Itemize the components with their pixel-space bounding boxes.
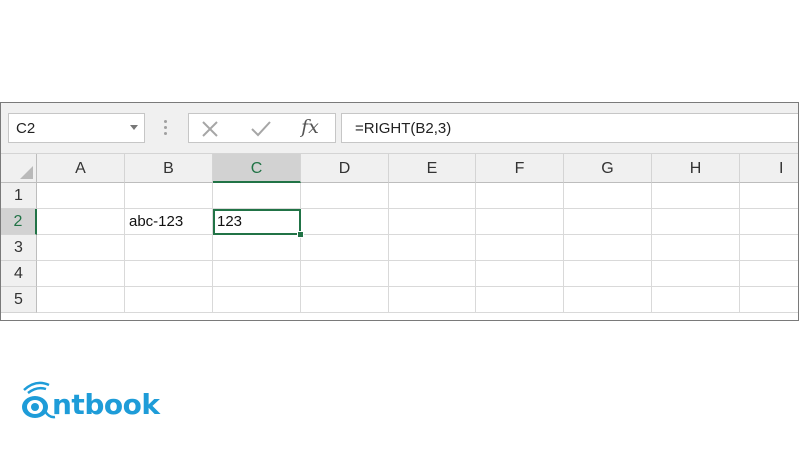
cell-d3[interactable] [301, 235, 389, 261]
cell-c5[interactable] [213, 287, 301, 313]
column-header-g[interactable]: G [564, 154, 652, 183]
fill-handle[interactable] [297, 231, 304, 238]
row-header-3[interactable]: 3 [1, 235, 37, 261]
cell-g2[interactable] [564, 209, 652, 235]
logo-text: ntbook [52, 388, 160, 421]
cell-g1[interactable] [564, 183, 652, 209]
excel-window: C2 fx =RIGHT(B2,3) A B C D E F G H I 1 2 [0, 102, 799, 321]
cell-a3[interactable] [37, 235, 125, 261]
cell-e1[interactable] [389, 183, 476, 209]
name-box-value: C2 [16, 120, 36, 137]
cell-a2[interactable] [37, 209, 125, 235]
cell-b5[interactable] [125, 287, 213, 313]
column-header-e[interactable]: E [389, 154, 476, 183]
cell-i1[interactable] [740, 183, 798, 209]
cell-b2[interactable]: abc-123 [125, 209, 213, 235]
cell-e4[interactable] [389, 261, 476, 287]
cell-b4[interactable] [125, 261, 213, 287]
check-icon[interactable] [249, 118, 275, 140]
column-header-i[interactable]: I [740, 154, 798, 183]
cell-c3[interactable] [213, 235, 301, 261]
cell-g4[interactable] [564, 261, 652, 287]
cell-g5[interactable] [564, 287, 652, 313]
cell-d2[interactable] [301, 209, 389, 235]
cell-c1[interactable] [213, 183, 301, 209]
cell-e2[interactable] [389, 209, 476, 235]
row-header-5[interactable]: 5 [1, 287, 37, 313]
chevron-down-icon[interactable] [130, 125, 138, 130]
cell-a5[interactable] [37, 287, 125, 313]
column-header-c[interactable]: C [213, 154, 301, 183]
cell-d5[interactable] [301, 287, 389, 313]
column-header-b[interactable]: B [125, 154, 213, 183]
row-header-4[interactable]: 4 [1, 261, 37, 287]
cell-h3[interactable] [652, 235, 740, 261]
cell-h5[interactable] [652, 287, 740, 313]
cell-f1[interactable] [476, 183, 564, 209]
brand-logo: ntbook [18, 378, 168, 424]
insert-function-button[interactable]: fx [297, 116, 323, 138]
cell-i4[interactable] [740, 261, 798, 287]
cell-d1[interactable] [301, 183, 389, 209]
cell-c4[interactable] [213, 261, 301, 287]
cell-h4[interactable] [652, 261, 740, 287]
cell-e5[interactable] [389, 287, 476, 313]
formula-input[interactable]: =RIGHT(B2,3) [341, 113, 798, 143]
cancel-icon[interactable] [199, 118, 225, 140]
column-header-f[interactable]: F [476, 154, 564, 183]
cell-b3[interactable] [125, 235, 213, 261]
cell-f3[interactable] [476, 235, 564, 261]
cell-h1[interactable] [652, 183, 740, 209]
column-header-a[interactable]: A [37, 154, 125, 183]
column-header-d[interactable]: D [301, 154, 389, 183]
cell-f2[interactable] [476, 209, 564, 235]
cell-i5[interactable] [740, 287, 798, 313]
formula-buttons: fx [188, 113, 336, 143]
name-box[interactable]: C2 [8, 113, 145, 143]
cell-e3[interactable] [389, 235, 476, 261]
worksheet-grid: A B C D E F G H I 1 2 3 4 5 abc-123 123 [1, 154, 798, 320]
formula-bar: C2 fx =RIGHT(B2,3) [1, 103, 798, 154]
row-header-2[interactable]: 2 [1, 209, 37, 235]
cell-a1[interactable] [37, 183, 125, 209]
drag-handle-icon[interactable] [164, 120, 167, 136]
cell-f5[interactable] [476, 287, 564, 313]
cell-h2[interactable] [652, 209, 740, 235]
cell-d4[interactable] [301, 261, 389, 287]
cell-c2[interactable]: 123 [213, 209, 301, 235]
cell-i3[interactable] [740, 235, 798, 261]
select-all-button[interactable] [1, 154, 37, 183]
cell-f4[interactable] [476, 261, 564, 287]
cell-b1[interactable] [125, 183, 213, 209]
cell-g3[interactable] [564, 235, 652, 261]
formula-text: =RIGHT(B2,3) [355, 120, 452, 137]
cell-i2[interactable] [740, 209, 798, 235]
row-header-1[interactable]: 1 [1, 183, 37, 209]
cell-a4[interactable] [37, 261, 125, 287]
column-header-h[interactable]: H [652, 154, 740, 183]
